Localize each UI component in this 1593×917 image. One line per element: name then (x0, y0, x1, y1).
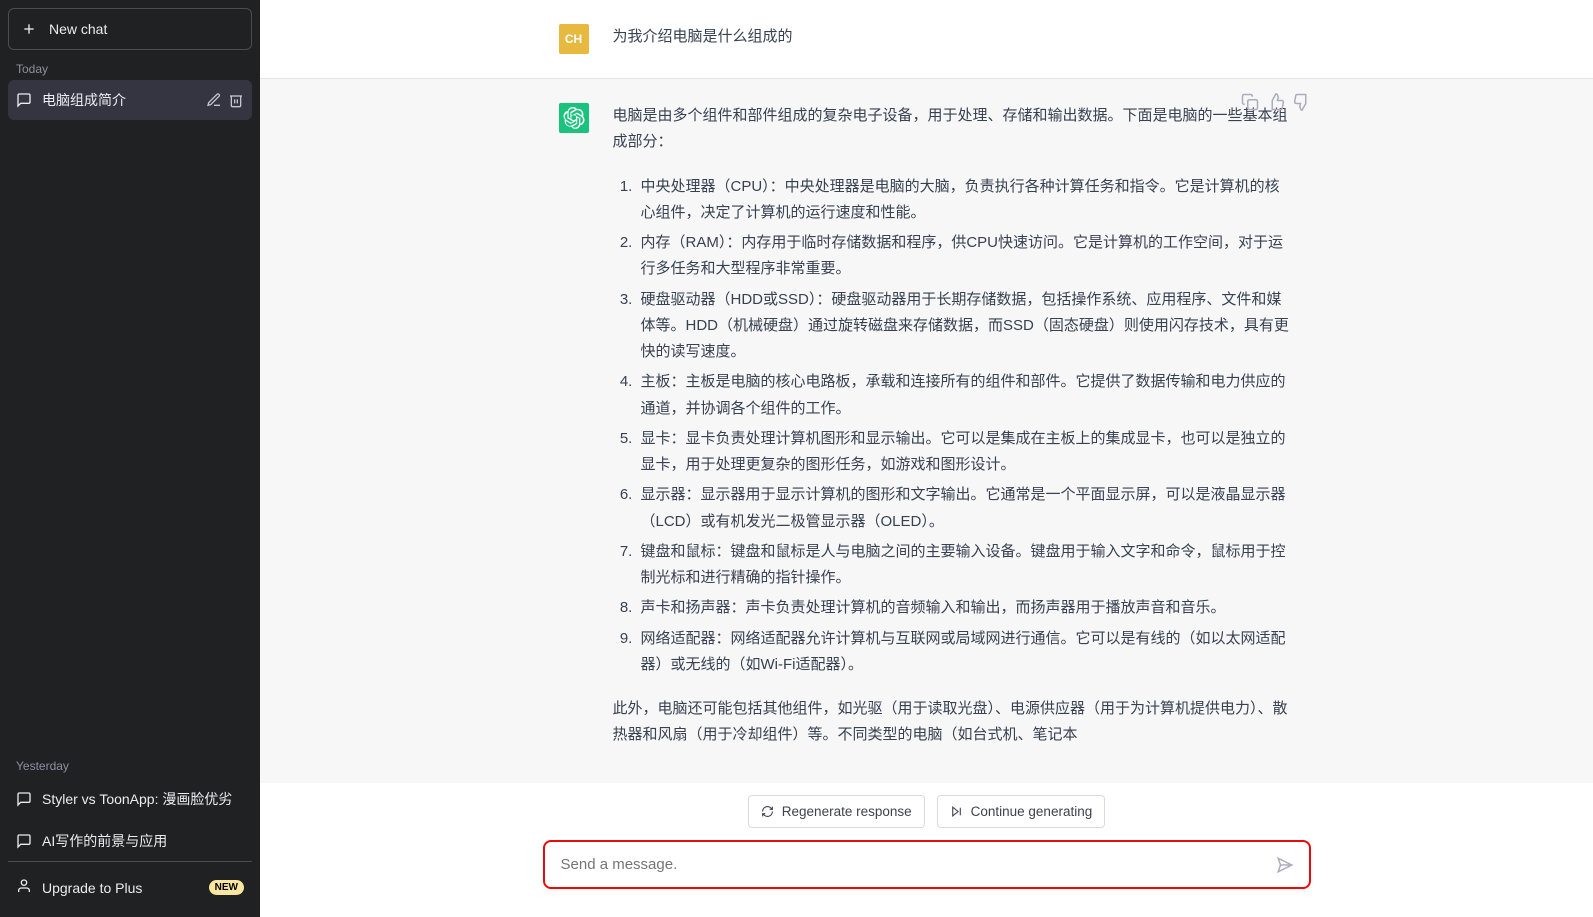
user-avatar: CH (559, 24, 589, 54)
new-chat-button[interactable]: New chat (8, 8, 252, 50)
chat-item-label: Styler vs ToonApp: 漫画脸优劣 (42, 789, 244, 809)
assistant-list-item: 中央处理器（CPU）：中央处理器是电脑的大脑，负责执行各种计算任务和指令。它是计… (637, 174, 1295, 227)
yesterday-section-label: Yesterday (8, 747, 252, 777)
upgrade-button[interactable]: Upgrade to Plus NEW (8, 866, 252, 909)
assistant-list: 中央处理器（CPU）：中央处理器是电脑的大脑，负责执行各种计算任务和指令。它是计… (613, 174, 1295, 679)
trash-icon[interactable] (228, 92, 244, 108)
chat-item-label: 电脑组成简介 (42, 90, 196, 110)
assistant-outro: 此外，电脑还可能包括其他组件，如光驱（用于读取光盘）、电源供应器（用于为计算机提… (613, 696, 1295, 749)
user-icon (16, 878, 32, 897)
today-section-label: Today (8, 50, 252, 80)
user-message-row: CH 为我介绍电脑是什么组成的 (260, 0, 1593, 78)
send-icon[interactable] (1273, 853, 1297, 877)
assistant-message-content: 电脑是由多个组件和部件组成的复杂电子设备，用于处理、存储和输出数据。下面是电脑的… (613, 103, 1295, 767)
conversation: CH 为我介绍电脑是什么组成的 电脑是由多个组件和部件组成的复杂电子设备，用于处… (260, 0, 1593, 783)
main: CH 为我介绍电脑是什么组成的 电脑是由多个组件和部件组成的复杂电子设备，用于处… (260, 0, 1593, 917)
edit-icon[interactable] (206, 92, 222, 108)
input-container (543, 840, 1311, 889)
upgrade-label: Upgrade to Plus (42, 880, 142, 896)
chat-item[interactable]: AI写作的前景与应用 (8, 821, 252, 861)
sidebar: New chat Today 电脑组成简介 Yesterd (0, 0, 260, 917)
assistant-list-item: 硬盘驱动器（HDD或SSD）：硬盘驱动器用于长期存储数据，包括操作系统、应用程序… (637, 287, 1295, 366)
user-message-text: 为我介绍电脑是什么组成的 (613, 24, 1295, 54)
continue-label: Continue generating (971, 804, 1093, 819)
regenerate-label: Regenerate response (782, 804, 912, 819)
assistant-list-item: 显卡：显卡负责处理计算机图形和显示输出。它可以是集成在主板上的集成显卡，也可以是… (637, 426, 1295, 479)
assistant-list-item: 声卡和扬声器：声卡负责处理计算机的音频输入和输出，而扬声器用于播放声音和音乐。 (637, 595, 1295, 621)
continue-icon (950, 805, 963, 818)
chat-icon (16, 833, 32, 849)
chat-item-active[interactable]: 电脑组成简介 (8, 80, 252, 120)
chat-icon (16, 92, 32, 108)
thumbs-up-icon[interactable] (1267, 93, 1285, 111)
new-badge: NEW (209, 880, 244, 895)
thumbs-down-icon[interactable] (1293, 93, 1311, 111)
assistant-list-item: 键盘和鼠标：键盘和鼠标是人与电脑之间的主要输入设备。键盘用于输入文字和命令，鼠标… (637, 539, 1295, 592)
assistant-list-item: 网络适配器：网络适配器允许计算机与互联网或局域网进行通信。它可以是有线的（如以太… (637, 626, 1295, 679)
refresh-icon (761, 805, 774, 818)
assistant-message-row: 电脑是由多个组件和部件组成的复杂电子设备，用于处理、存储和输出数据。下面是电脑的… (260, 78, 1593, 783)
assistant-list-item: 主板：主板是电脑的核心电路板，承载和连接所有的组件和部件。它提供了数据传输和电力… (637, 369, 1295, 422)
assistant-avatar (559, 103, 589, 133)
continue-button[interactable]: Continue generating (937, 795, 1106, 828)
new-chat-label: New chat (49, 21, 107, 37)
assistant-list-item: 显示器：显示器用于显示计算机的图形和文字输出。它通常是一个平面显示屏，可以是液晶… (637, 482, 1295, 535)
chat-item[interactable]: Styler vs ToonApp: 漫画脸优劣 (8, 779, 252, 819)
message-input[interactable] (545, 842, 1309, 887)
input-footer: Regenerate response Continue generating (260, 783, 1593, 917)
chat-item-label: AI写作的前景与应用 (42, 831, 244, 851)
assistant-intro: 电脑是由多个组件和部件组成的复杂电子设备，用于处理、存储和输出数据。下面是电脑的… (613, 103, 1295, 156)
assistant-list-item: 内存（RAM）：内存用于临时存储数据和程序，供CPU快速访问。它是计算机的工作空… (637, 230, 1295, 283)
copy-icon[interactable] (1241, 93, 1259, 111)
chat-list: 电脑组成简介 Yesterday Styler vs ToonApp: 漫画脸优… (8, 80, 252, 861)
plus-icon (21, 21, 37, 37)
regenerate-button[interactable]: Regenerate response (748, 795, 925, 828)
chat-icon (16, 791, 32, 807)
